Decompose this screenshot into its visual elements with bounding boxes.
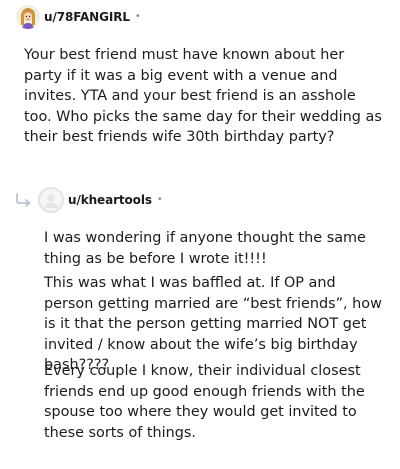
separator-dot: • [134, 11, 141, 22]
comment-body: Your best friend must have known about h… [24, 47, 382, 145]
comment-paragraph: Every couple I know, their individual cl… [44, 363, 365, 441]
separator-dot: • [156, 194, 163, 205]
girl-avatar-icon[interactable] [16, 5, 40, 29]
comment-header: u/kheartools • [38, 185, 163, 215]
comment-header: u/78FANGIRL • [16, 2, 141, 32]
comment-paragraph: I was wondering if anyone thought the sa… [44, 230, 366, 267]
username[interactable]: u/78FANGIRL [44, 10, 130, 24]
reply-arrow-icon [16, 193, 31, 207]
default-user-avatar-icon[interactable] [38, 187, 64, 213]
username[interactable]: u/kheartools [68, 193, 152, 207]
